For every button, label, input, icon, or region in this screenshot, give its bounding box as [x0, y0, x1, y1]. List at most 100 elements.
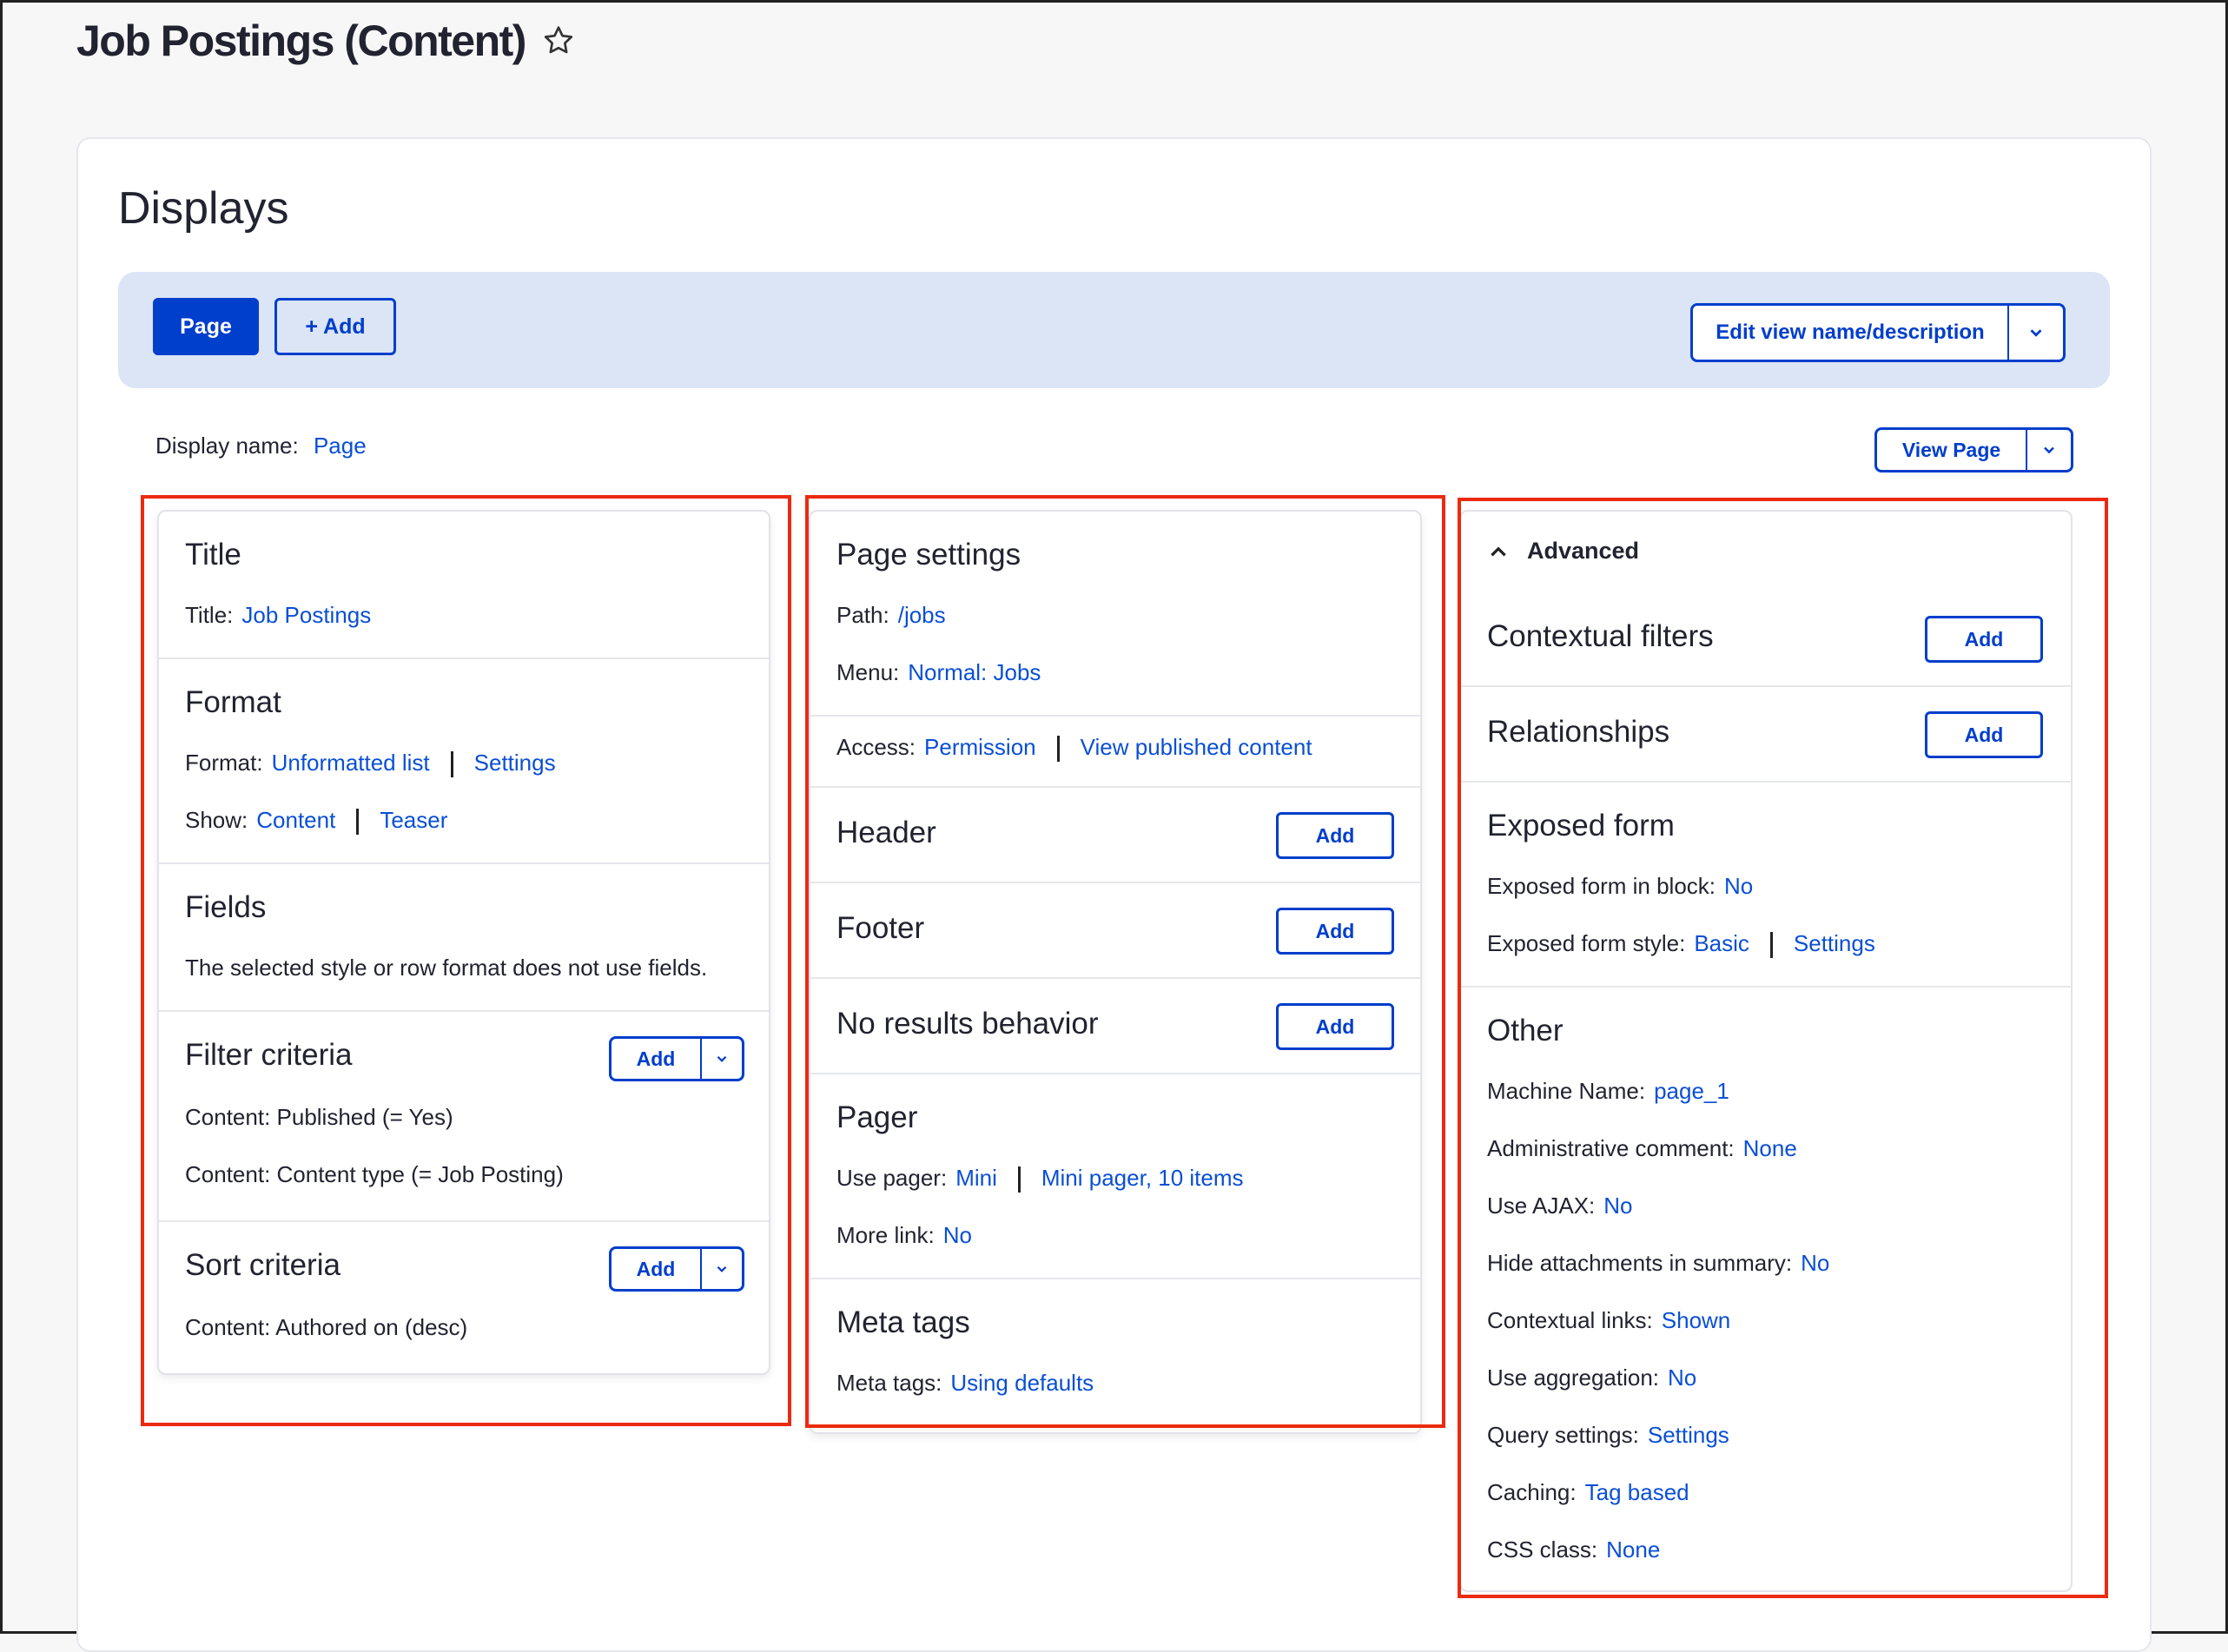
exposed-style-value-link[interactable]: Basic	[1694, 930, 1749, 956]
view-page-dropbutton: View Page	[1874, 427, 2073, 472]
menu-value-link[interactable]: Normal: Jobs	[908, 659, 1041, 685]
path-label: Path:	[836, 602, 889, 628]
more-link-value-link[interactable]: No	[943, 1222, 972, 1248]
header-heading: Header	[836, 816, 936, 849]
contextual-filters-heading: Contextual filters	[1487, 619, 1714, 653]
footer-add-button[interactable]: Add	[1276, 908, 1394, 955]
use-ajax-link[interactable]: No	[1603, 1193, 1632, 1219]
format-settings-link[interactable]: Settings	[474, 750, 556, 776]
fields-heading: Fields	[185, 890, 267, 924]
menu-row: Menu: Normal: Jobs	[836, 659, 1041, 686]
filter-item-published[interactable]: Content: Published (= Yes)	[185, 1104, 453, 1131]
filter-add-button[interactable]: Add	[612, 1039, 700, 1079]
tab-page[interactable]: Page	[153, 298, 259, 355]
use-pager-row: Use pager: Mini Mini pager, 10 items	[836, 1165, 1244, 1193]
contextual-links-link[interactable]: Shown	[1662, 1307, 1731, 1333]
advanced-toggle[interactable]: Advanced	[1487, 538, 1639, 565]
access-value-link[interactable]: Permission	[924, 734, 1036, 760]
use-pager-value-link[interactable]: Mini	[955, 1165, 997, 1191]
no-results-heading: No results behavior	[836, 1007, 1099, 1041]
other-row-label: Hide attachments in summary:	[1487, 1250, 1793, 1276]
sort-add-button[interactable]: Add	[612, 1249, 700, 1289]
machine-name-link[interactable]: page_1	[1654, 1078, 1729, 1104]
hide-attachments-link[interactable]: No	[1801, 1250, 1829, 1276]
access-row: Access: Permission View published content	[836, 734, 1312, 763]
show-value-link[interactable]: Content	[256, 807, 335, 833]
display-tabs-bar: Page + Add Edit view name/description	[118, 272, 2110, 388]
other-row-label: Administrative comment:	[1487, 1135, 1735, 1161]
right-column: Advanced Contextual filters Add Relation…	[1459, 510, 2073, 1592]
left-column: Title Title: Job Postings Format Format: U…	[157, 510, 770, 1375]
sort-item-authored-on[interactable]: Content: Authored on (desc)	[185, 1314, 467, 1341]
title-value-link[interactable]: Job Postings	[241, 602, 371, 628]
add-display-button[interactable]: + Add	[274, 298, 396, 355]
css-class-link[interactable]: None	[1606, 1536, 1660, 1563]
pager-options-link[interactable]: Mini pager, 10 items	[1041, 1165, 1244, 1191]
relationships-heading: Relationships	[1487, 715, 1670, 749]
other-row: CSS class: None	[1487, 1536, 1660, 1563]
fields-text: The selected style or row format does no…	[185, 955, 708, 981]
format-label: Format:	[185, 750, 263, 776]
filter-item-content-type[interactable]: Content: Content type (= Job Posting)	[185, 1161, 564, 1188]
title-row: Title: Job Postings	[185, 602, 371, 629]
other-row: Query settings: Settings	[1487, 1422, 1729, 1449]
chevron-down-icon[interactable]	[2007, 306, 2063, 360]
meta-tags-section: Meta tags Meta tags: Using defaults	[810, 1279, 1420, 1432]
format-value-link[interactable]: Unformatted list	[272, 750, 430, 776]
relationships-add-button[interactable]: Add	[1925, 711, 2043, 758]
path-value-link[interactable]: /jobs	[898, 602, 946, 628]
header-add-button[interactable]: Add	[1276, 812, 1394, 859]
admin-comment-link[interactable]: None	[1743, 1135, 1797, 1161]
other-heading: Other	[1487, 1014, 1564, 1047]
footer-heading: Footer	[836, 911, 925, 945]
display-name-link[interactable]: Page	[314, 433, 367, 459]
more-link-row: More link: No	[836, 1222, 972, 1249]
exposed-form-section: Exposed form Exposed form in block: No Ex…	[1461, 783, 2071, 988]
format-heading: Format	[185, 685, 281, 719]
chevron-up-icon	[1491, 545, 1506, 556]
title-label: Title:	[185, 602, 234, 628]
more-link-label: More link:	[836, 1222, 935, 1248]
chevron-down-icon[interactable]	[700, 1249, 742, 1289]
other-row-label: Use aggregation:	[1487, 1365, 1660, 1391]
other-row: Use aggregation: No	[1487, 1365, 1696, 1391]
use-aggregation-link[interactable]: No	[1668, 1365, 1696, 1391]
meta-tags-heading: Meta tags	[836, 1305, 970, 1339]
display-name-label: Display name:	[155, 433, 299, 459]
show-label: Show:	[185, 807, 248, 833]
filter-criteria-heading: Filter criteria	[185, 1038, 353, 1072]
relationships-section: Relationships Add	[1461, 687, 2071, 783]
chevron-down-icon[interactable]	[700, 1039, 742, 1079]
exposed-style-label: Exposed form style:	[1487, 930, 1686, 956]
advanced-toggle-section: Advanced	[1461, 512, 2071, 591]
meta-tags-value-link[interactable]: Using defaults	[950, 1370, 1094, 1396]
pager-heading: Pager	[836, 1100, 918, 1134]
fields-section: Fields The selected style or row format …	[159, 864, 769, 1012]
other-row: Machine Name: page_1	[1487, 1078, 1729, 1105]
sort-add-dropbutton: Add	[609, 1246, 744, 1292]
query-settings-link[interactable]: Settings	[1648, 1422, 1729, 1448]
use-pager-label: Use pager:	[836, 1165, 948, 1191]
chevron-down-icon[interactable]	[2026, 430, 2071, 470]
sort-criteria-section: Sort criteria Add Content: Authored on (…	[159, 1222, 769, 1373]
displays-card: Displays Page + Add Edit view name/descr…	[76, 137, 2152, 1652]
caching-link[interactable]: Tag based	[1585, 1479, 1689, 1505]
title-heading: Title	[185, 538, 241, 572]
exposed-style-settings-link[interactable]: Settings	[1794, 930, 1875, 956]
separator	[1056, 736, 1060, 763]
title-section: Title Title: Job Postings	[159, 512, 769, 659]
display-name-row: Display name: Page	[155, 433, 367, 459]
view-page-button[interactable]: View Page	[1877, 430, 2026, 470]
other-row: Contextual links: Shown	[1487, 1307, 1730, 1334]
exposed-style-row: Exposed form style: Basic Settings	[1487, 930, 1875, 959]
contextual-filters-add-button[interactable]: Add	[1925, 616, 2043, 663]
access-detail-link[interactable]: View published content	[1081, 734, 1312, 760]
no-results-add-button[interactable]: Add	[1276, 1003, 1394, 1050]
other-row-label: CSS class:	[1487, 1536, 1598, 1563]
exposed-block-value-link[interactable]: No	[1724, 873, 1753, 899]
edit-view-name-button[interactable]: Edit view name/description	[1693, 306, 2007, 360]
sort-criteria-heading: Sort criteria	[185, 1248, 340, 1282]
show-mode-link[interactable]: Teaser	[380, 807, 447, 833]
other-row: Hide attachments in summary: No	[1487, 1250, 1829, 1277]
star-icon[interactable]	[541, 23, 576, 58]
